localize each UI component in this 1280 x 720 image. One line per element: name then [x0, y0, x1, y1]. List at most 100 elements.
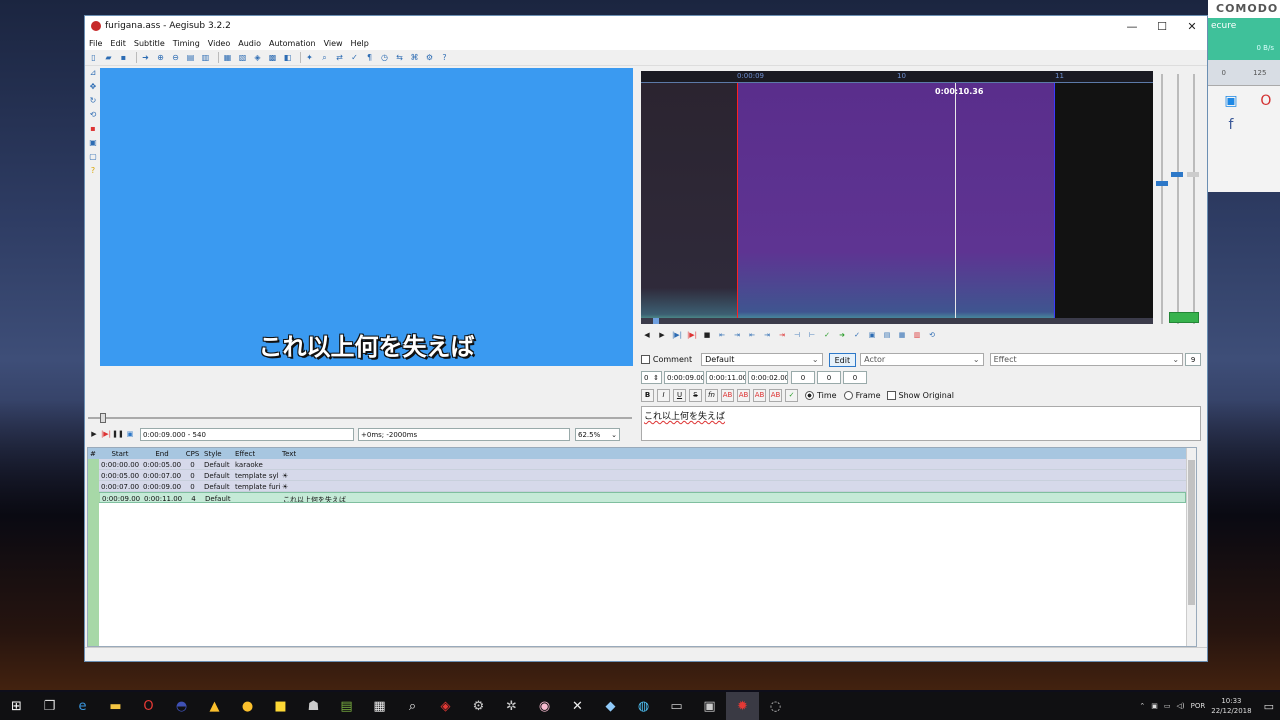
menu-file[interactable]: File [89, 39, 102, 48]
karaoke-mode-icon[interactable]: ▥ [911, 331, 923, 339]
notifications-icon[interactable]: ▭ [1264, 700, 1274, 713]
audio-scrollbar[interactable] [641, 318, 1153, 324]
commit-icon[interactable]: ✓ [821, 331, 833, 339]
resample-icon[interactable]: ◧ [282, 52, 293, 63]
link-sliders-button[interactable] [1169, 312, 1199, 323]
open-video-icon[interactable]: ▤ [185, 52, 196, 63]
style-select[interactable]: Default ⌄ [701, 353, 823, 366]
play-after-start-icon[interactable]: ⇥ [731, 331, 743, 339]
grid-scrollbar[interactable] [1186, 448, 1196, 646]
replace-icon[interactable]: ⇄ [334, 52, 345, 63]
app-icon-7[interactable]: ✲ [495, 692, 528, 720]
edge-icon[interactable]: e [66, 692, 99, 720]
comment-checkbox[interactable] [641, 355, 650, 364]
translation-icon[interactable]: ¶ [364, 52, 375, 63]
video-offset-field[interactable]: +0ms; -2000ms [358, 427, 570, 441]
video-time-field[interactable]: 0:00:09.000 - 540 [140, 427, 354, 441]
autoscroll-icon[interactable]: ▣ [124, 430, 136, 438]
options-icon[interactable]: ⚙ [424, 52, 435, 63]
network-icon[interactable]: ▭ [1164, 702, 1171, 710]
volume-thumb[interactable] [1187, 172, 1199, 177]
facebook-icon[interactable]: f [1222, 116, 1240, 134]
standard-tool-icon[interactable]: ⊿ [88, 68, 98, 82]
notepad-icon[interactable]: ▤ [330, 692, 363, 720]
table-row-selected[interactable]: 4 0:00:09.00 0:00:11.00 4 Default これ以上何を… [88, 492, 1186, 503]
vertical-zoom-thumb[interactable] [1171, 172, 1183, 177]
app-icon-6[interactable]: ◈ [429, 692, 462, 720]
app-icon-1[interactable]: ◓ [165, 692, 198, 720]
rotate-z-icon[interactable]: ↻ [88, 96, 98, 110]
commit-button[interactable]: ✓ [785, 388, 798, 402]
play-line-icon[interactable]: |▶| [100, 430, 112, 438]
vector-clip-icon[interactable]: ▢ [88, 152, 98, 166]
jump-video-icon[interactable]: ➜ [140, 52, 151, 63]
table-row[interactable]: 3 0:00:07.00 0:00:09.00 0 Default templa… [88, 481, 1186, 492]
play-after-icon[interactable]: ⇥ [761, 331, 773, 339]
menu-automation[interactable]: Automation [269, 39, 316, 48]
menu-timing[interactable]: Timing [173, 39, 200, 48]
play-selection-icon[interactable]: |▶| [671, 331, 683, 339]
secondary-color-button[interactable]: AB [737, 388, 750, 402]
audio-selection[interactable] [737, 83, 1054, 324]
end-time-field[interactable]: 0:00:11.00 [706, 370, 746, 384]
edit-style-button[interactable]: Edit [828, 352, 857, 367]
margin-vertical-field[interactable]: 0 [843, 370, 867, 384]
margin-left-field[interactable]: 0 [791, 370, 815, 384]
app-icon-5[interactable]: ☗ [297, 692, 330, 720]
effect-select[interactable]: Effect ⌄ [989, 353, 1184, 366]
selection-end-marker[interactable] [1054, 83, 1055, 324]
app-icon-10[interactable]: ◍ [627, 692, 660, 720]
next-line-icon[interactable]: ▶ [656, 331, 668, 339]
app-icon-4[interactable]: ■ [264, 692, 297, 720]
bold-button[interactable]: B [641, 388, 654, 402]
opera-icon[interactable]: O [132, 692, 165, 720]
table-row[interactable]: 2 0:00:05.00 0:00:07.00 0 Default templa… [88, 470, 1186, 481]
duration-field[interactable]: 0:00:02.00 [748, 370, 788, 384]
shift-times-icon[interactable]: ⇆ [394, 52, 405, 63]
spinner-arrows-icon[interactable]: ⇕ [653, 374, 659, 382]
lead-in-icon[interactable]: ⊣ [791, 331, 803, 339]
stop-audio-icon[interactable]: ■ [701, 331, 713, 339]
stop-icon[interactable]: ❚❚ [112, 430, 124, 438]
margin-right-field[interactable]: 0 [817, 370, 841, 384]
find-icon[interactable]: ⌕ [319, 52, 330, 63]
auto-commit-icon[interactable]: ✓ [851, 331, 863, 339]
play-current-line-icon[interactable]: |▶| [686, 331, 698, 339]
font-button[interactable]: fn [705, 388, 718, 402]
clip-icon[interactable]: ▣ [88, 138, 98, 152]
close-video-icon[interactable]: ▥ [200, 52, 211, 63]
close-button[interactable]: ✕ [1177, 20, 1207, 33]
tray-app-icon[interactable]: ▣ [1151, 702, 1158, 710]
terminal-icon[interactable]: ▣ [693, 692, 726, 720]
menu-view[interactable]: View [324, 39, 343, 48]
windows-start-icon[interactable]: ⊞ [0, 692, 33, 720]
properties-icon[interactable]: ▧ [237, 52, 248, 63]
task-view-icon[interactable]: ❐ [33, 692, 66, 720]
underline-button[interactable]: U [673, 388, 686, 402]
clapper-icon[interactable]: ▦ [363, 692, 396, 720]
shield-icon[interactable]: ▣ [1222, 92, 1240, 110]
subtitle-text-editor[interactable]: これ以上何を失えば [641, 406, 1201, 441]
grid-scroll-thumb[interactable] [1188, 460, 1195, 605]
selection-start-marker[interactable] [737, 83, 738, 324]
auto-scroll-icon[interactable]: ▤ [881, 331, 893, 339]
vertical-zoom-slider[interactable] [1177, 74, 1179, 324]
help-tool-icon[interactable]: ? [88, 166, 98, 180]
shadow-color-button[interactable]: AB [769, 388, 782, 402]
zoom-in-icon[interactable]: ⊕ [155, 52, 166, 63]
auto-next-icon[interactable]: ▣ [866, 331, 878, 339]
styles-manager-icon[interactable]: ▦ [222, 52, 233, 63]
time-radio[interactable] [805, 390, 814, 400]
menu-video[interactable]: Video [208, 39, 230, 48]
prev-line-icon[interactable]: ◀ [641, 331, 653, 339]
primary-color-button[interactable]: AB [721, 388, 734, 402]
app-icon-2[interactable]: ▲ [198, 692, 231, 720]
table-row[interactable]: 1 0:00:00.00 0:00:05.00 0 Default karaok… [88, 459, 1186, 470]
drag-tool-icon[interactable]: ✥ [88, 82, 98, 96]
search-icon[interactable]: ⌕ [396, 692, 429, 720]
menu-help[interactable]: Help [351, 39, 369, 48]
rotate-xy-icon[interactable]: ⟲ [88, 110, 98, 124]
strikeout-button[interactable]: S [689, 388, 702, 402]
layer-spinner[interactable]: 0 ⇕ [641, 370, 662, 384]
subtitle-grid[interactable]: # Start End CPS Style Effect Text 1 0:00… [87, 447, 1197, 647]
